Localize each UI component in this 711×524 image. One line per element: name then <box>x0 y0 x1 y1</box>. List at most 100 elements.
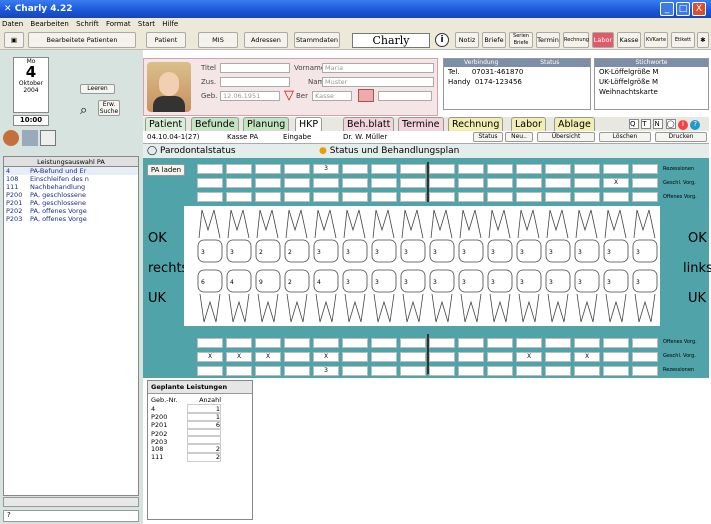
stammdaten-button[interactable]: Stammdaten <box>294 32 340 48</box>
neu-button[interactable]: Neu.. <box>505 132 533 142</box>
upper-chart-cell[interactable] <box>429 178 455 188</box>
lower-chart-cell[interactable] <box>284 352 310 362</box>
upper-chart-cell[interactable] <box>400 164 426 174</box>
lower-tooth[interactable]: 3 <box>516 269 542 323</box>
lower-chart-cell[interactable]: X <box>516 352 542 362</box>
lower-tooth[interactable]: 6 <box>197 269 223 323</box>
upper-tooth[interactable]: 3 <box>487 209 513 263</box>
lower-chart-cell[interactable] <box>255 338 281 348</box>
lower-chart-cell[interactable] <box>487 352 513 362</box>
lower-chart-cell[interactable] <box>487 366 513 376</box>
tab-planung[interactable]: Planung <box>243 117 290 131</box>
table-row[interactable]: 108 2 <box>151 444 249 454</box>
keyword-item[interactable]: UK-Löffelgröße M <box>595 77 708 87</box>
info-icon[interactable]: i <box>435 33 449 47</box>
lower-chart-cell[interactable] <box>458 366 484 376</box>
lower-tooth[interactable]: 4 <box>313 269 339 323</box>
tab-befunde[interactable]: Befunde <box>191 117 239 131</box>
titel-field[interactable] <box>220 63 290 73</box>
save-icon[interactable]: ▣ <box>4 32 24 48</box>
lower-chart-cell[interactable] <box>255 366 281 376</box>
tab-hkp[interactable]: HKP <box>295 117 323 131</box>
upper-tooth[interactable]: 3 <box>342 209 368 263</box>
menu-schrift[interactable]: Schrift <box>76 20 99 28</box>
menu-daten[interactable]: Daten <box>2 20 23 28</box>
upper-chart-cell[interactable] <box>632 164 658 174</box>
lower-chart-cell[interactable] <box>545 366 571 376</box>
drucken-button[interactable]: Drucken <box>655 132 707 142</box>
pa-laden-button[interactable]: PA laden <box>147 164 185 176</box>
lower-chart-cell[interactable] <box>632 366 658 376</box>
list-item[interactable]: P200 PA, geschlossene <box>4 191 138 199</box>
leeren-button[interactable]: Leeren <box>80 84 115 94</box>
lower-chart-cell[interactable] <box>342 338 368 348</box>
lower-chart-cell[interactable] <box>574 338 600 348</box>
upper-chart-cell[interactable] <box>603 192 629 202</box>
lower-tooth[interactable]: 3 <box>632 269 658 323</box>
lower-tooth[interactable]: 3 <box>603 269 629 323</box>
doctor-select[interactable]: Dr. W. Müller <box>343 131 387 143</box>
lower-chart-cell[interactable]: 3 <box>313 366 339 376</box>
upper-chart-cell[interactable] <box>342 178 368 188</box>
upper-chart-cell[interactable]: 3 <box>313 164 339 174</box>
upper-tooth[interactable]: 3 <box>226 209 252 263</box>
upper-chart-cell[interactable] <box>284 178 310 188</box>
list-icon[interactable] <box>40 130 57 146</box>
leistungsauswahl-list[interactable]: Leistungsauswahl PA 4 PA-Befund und Er 10… <box>3 156 139 496</box>
tab-ablage[interactable]: Ablage <box>554 117 595 131</box>
minimize-button[interactable]: _ <box>660 2 674 16</box>
table-row[interactable]: P203 <box>151 436 249 446</box>
table-row[interactable]: P202 <box>151 428 249 438</box>
lower-tooth[interactable]: 9 <box>255 269 281 323</box>
upper-chart-cell[interactable] <box>197 178 223 188</box>
upper-chart-cell[interactable] <box>255 192 281 202</box>
kasse-field[interactable]: Kasse <box>312 91 352 101</box>
upper-tooth[interactable]: 3 <box>197 209 223 263</box>
person-icon[interactable] <box>3 130 19 146</box>
menu-format[interactable]: Format <box>106 20 131 28</box>
upper-tooth[interactable]: 3 <box>400 209 426 263</box>
serien-briefe-button[interactable]: Serien Briefe <box>509 32 533 48</box>
termin-button[interactable]: Termin <box>536 32 560 48</box>
vorname-field[interactable]: Maria <box>322 63 434 73</box>
list-item[interactable]: 111 Nachbehandlung <box>4 183 138 191</box>
etikett-button[interactable]: Etikett <box>671 32 695 48</box>
lower-chart-cell[interactable] <box>516 338 542 348</box>
lower-chart-cell[interactable] <box>458 352 484 362</box>
upper-tooth[interactable]: 3 <box>632 209 658 263</box>
upper-chart-cell[interactable] <box>574 178 600 188</box>
upper-chart-cell[interactable] <box>458 164 484 174</box>
upper-chart-cell[interactable] <box>255 164 281 174</box>
lower-tooth[interactable]: 3 <box>545 269 571 323</box>
adressen-button[interactable]: Adressen <box>244 32 288 48</box>
upper-chart-cell[interactable] <box>632 178 658 188</box>
upper-chart-cell[interactable] <box>516 192 542 202</box>
lower-chart-cell[interactable] <box>632 352 658 362</box>
upper-chart-cell[interactable] <box>458 178 484 188</box>
tab-rechnung[interactable]: Rechnung <box>448 117 504 131</box>
tooth-diagram[interactable]: 3 6 3 4 2 9 2 2 3 4 3 3 3 3 3 3 3 3 3 3 3 3 3 3 3 3 3 3 3 3 3 3 <box>184 206 660 326</box>
warning-triangle-icon[interactable]: ▽ <box>284 88 294 103</box>
upper-chart-cell[interactable] <box>574 164 600 174</box>
upper-tooth[interactable]: 2 <box>255 209 281 263</box>
lower-tooth[interactable]: 3 <box>400 269 426 323</box>
lower-chart-cell[interactable] <box>400 366 426 376</box>
upper-chart-cell[interactable] <box>603 164 629 174</box>
upper-chart-cell[interactable] <box>284 164 310 174</box>
lower-chart-cell[interactable] <box>284 366 310 376</box>
lower-chart-cell[interactable] <box>458 338 484 348</box>
upper-chart-cell[interactable] <box>255 178 281 188</box>
notiz-button[interactable]: Notiz <box>455 32 479 48</box>
briefe-button[interactable]: Briefe <box>482 32 506 48</box>
upper-tooth[interactable]: 3 <box>603 209 629 263</box>
lower-chart-cell[interactable] <box>342 366 368 376</box>
kasse-type[interactable]: Kasse PA <box>227 131 258 143</box>
upper-chart-cell[interactable] <box>284 192 310 202</box>
lower-tooth[interactable]: 3 <box>458 269 484 323</box>
upper-tooth[interactable]: 3 <box>371 209 397 263</box>
lower-chart-cell[interactable] <box>371 352 397 362</box>
upper-tooth[interactable]: 3 <box>516 209 542 263</box>
geb-field[interactable]: 12.06.1951 <box>220 91 280 101</box>
upper-chart-cell[interactable] <box>313 178 339 188</box>
upper-chart-cell[interactable] <box>400 178 426 188</box>
